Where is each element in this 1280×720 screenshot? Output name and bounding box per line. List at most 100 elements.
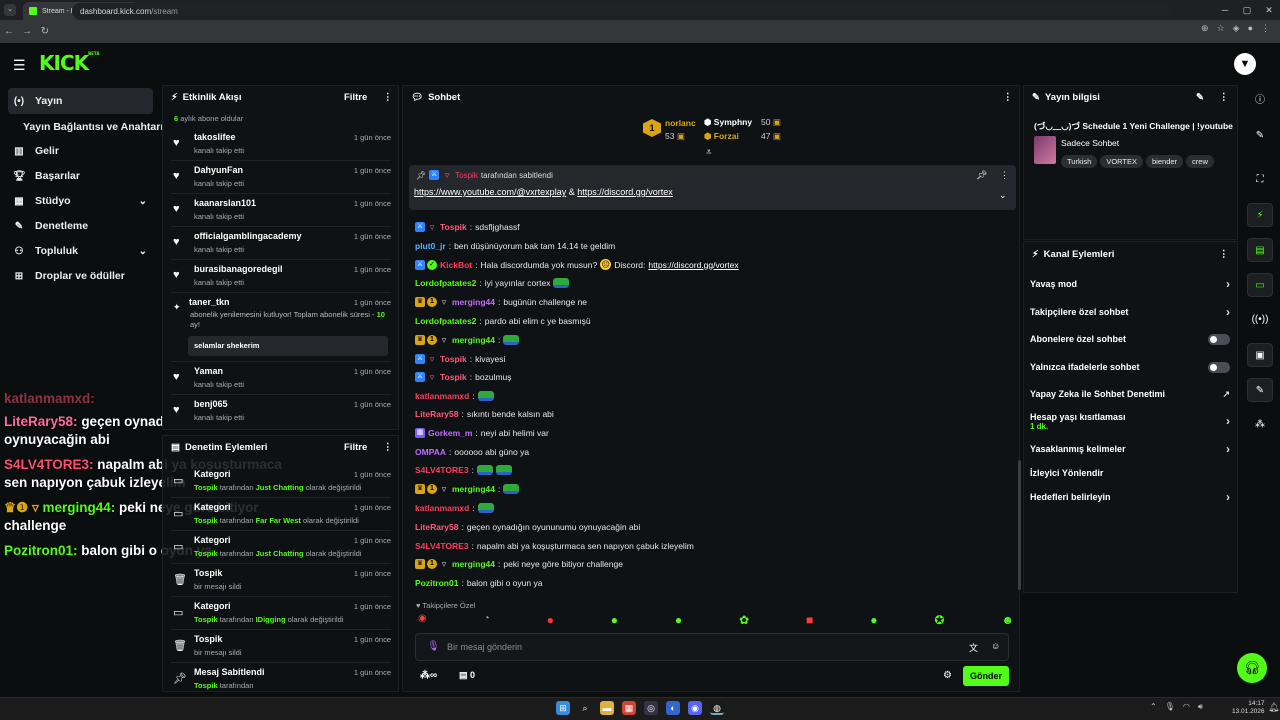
bolt-icon[interactable]: ⚡︎ [1247,203,1273,227]
broadcast-icon[interactable]: ((•)) [1247,308,1273,332]
chat-link[interactable]: https://discord.gg/vortex [648,260,738,270]
info-icon[interactable]: ⓘ [1247,89,1273,113]
moderation-item[interactable]: ▭ Kategori 1 gün önce Tospik tarafından Far… [171,499,391,531]
sidebar-item-topluluk[interactable]: ⚇ Topluluk ⌄ [8,238,153,264]
notification-icon[interactable]: 🔔︎ [1268,702,1279,713]
chat-username[interactable]: merging44 [452,335,495,345]
moderation-item[interactable]: 📌︎ Mesaj Sabitlendi 1 gün önce Tospik taraf… [171,664,391,696]
edit-icon[interactable]: ✎ [1247,124,1273,148]
discord-link[interactable]: https://discord.gg/vortex [577,187,673,197]
wrench-icon[interactable]: ✎ [1247,378,1273,402]
moderation-item[interactable]: ▭ Kategori 1 gün önce Tospik tarafından Jus… [171,466,391,498]
chat-username[interactable]: Lordofpatates2 [415,278,476,288]
chat-message[interactable]: LiteRary58: sıkıntı bende kalsın abi [415,409,554,419]
kick-logo[interactable]: KICKBETA [39,51,99,75]
sidebar-item-basarilar[interactable]: 🏆︎ Başarılar [8,163,153,189]
chat-input[interactable]: 🎙︎ Bir mesaj gönderin 文 ☺ [415,633,1009,661]
chat-username[interactable]: merging44 [452,297,495,307]
chat-username[interactable]: Tospik [440,372,467,382]
emote-icon[interactable]: ● [675,613,682,629]
category-thumbnail[interactable] [1034,136,1056,164]
activity-filter-button[interactable]: Filtre [344,92,367,103]
chat-username[interactable]: LiteRary58 [415,522,458,532]
chevron-up-icon[interactable]: ⌃ [1150,702,1157,712]
slow-mode-row[interactable]: Yavaş mod › [1030,277,1230,291]
settings-gear-icon[interactable]: ⚙ [943,670,952,681]
chat-message[interactable]: S4LV4TORE3: napalm abi ya koşuşturmaca se… [415,541,694,551]
chat-username[interactable]: Tospik [440,354,467,364]
list-item[interactable]: ♥ burasibanagoredegil kanalı takip etti 1 g… [171,261,391,293]
chat-username[interactable]: katlanmamxd [415,391,469,401]
chat-username[interactable]: OMPAA [415,447,446,457]
goals-row[interactable]: Hedefleri belirleyin › [1030,490,1230,504]
chat-message[interactable]: OMPAA: oooooo abi güno ya [415,447,529,457]
banned-words-row[interactable]: Yasaklanmış kelimeler › [1030,442,1230,456]
clock[interactable]: 14:17 13.01.2026 [1232,700,1265,716]
app-icon[interactable]: ◐ [666,701,680,715]
support-icon[interactable]: 🎧︎ [1237,653,1267,683]
kebab-menu-icon[interactable]: ⋮ [1219,92,1229,103]
forward-icon[interactable]: → [18,26,36,37]
moderation-filter-button[interactable]: Filtre [344,442,367,453]
moderation-item[interactable]: ▭ Kategori 1 gün önce Tospik tarafından IDi… [171,598,391,630]
chat-bubble-icon[interactable]: ▭ [1247,273,1273,297]
chat-message[interactable]: LiteRary58: geçen oynadığın oyununumu oyn… [415,522,640,532]
pinned-by[interactable]: Tospik [455,171,478,180]
emote-icon[interactable]: ☻ [1001,613,1014,629]
chat-message[interactable]: ⚔ ▿ Tospik: sdsfljghassf [415,222,520,232]
chat-message[interactable]: plut0_jr: ben düşünüyorum bak tam 14.14 t… [415,241,615,251]
leader-name[interactable]: norlanc [665,118,696,128]
list-item[interactable]: ♥ takoslifee kanalı takip etti 1 gün önce [171,129,391,161]
emote-icon[interactable]: ✿ [739,613,749,629]
followers-only-row[interactable]: Takipçilere özel sohbet › [1030,305,1230,319]
emotes-only-toggle[interactable] [1208,362,1230,373]
channel-points-button[interactable]: ⁂∞ [420,670,437,681]
back-icon[interactable]: ← [0,26,18,37]
sidebar-item-yayin[interactable]: (•) Yayın [8,88,153,114]
chat-message[interactable]: ⚔ ✓ KickBot: Hala discordumda yok musun? ☹ Di… [415,259,739,270]
chat-message[interactable]: Lordofpatates2: iyi yayınlar cortex [415,278,570,288]
minimize-icon[interactable]: ─ [1214,0,1236,20]
emote-icon[interactable]: ● [870,613,877,629]
chat-message[interactable]: katlanmamxd: [415,391,494,401]
list-item[interactable]: ♥ Yaman kanalı takip etti 1 gün önce [171,363,391,395]
zoom-icon[interactable]: ⊕ [1201,23,1209,34]
sidebar-item-denetleme[interactable]: ✎ Denetleme [8,213,153,239]
ai-moderation-row[interactable]: Yapay Zeka ile Sohbet Denetimi ↗ [1030,389,1230,400]
chat-username[interactable]: Tospik [440,222,467,232]
chat-username[interactable]: plut0_jr [415,241,446,251]
fullscreen-icon[interactable]: ⛶ [1247,168,1273,192]
chat-username[interactable]: Pozitron01 [415,578,458,588]
chat-message[interactable]: ⚔ ▿ Tospik: kivayesi [415,354,505,364]
search-icon[interactable]: ⌕ [578,701,592,715]
emote-icon[interactable]: ◔ [484,613,490,629]
chevron-down-icon[interactable]: ⌄ [999,190,1007,201]
close-window-icon[interactable]: ✕ [1258,0,1280,20]
tag[interactable]: Turkish [1061,155,1098,168]
windows-start-icon[interactable]: ⊞ [556,701,570,715]
menu-icon[interactable]: ☰ [13,57,26,74]
leader-entry[interactable]: ⬢ Forzai [704,131,739,142]
file-explorer-icon[interactable]: ▬ [600,701,614,715]
youtube-link[interactable]: https://www.youtube.com/@vxrtexplay [414,187,566,197]
emote-icon[interactable]: ■ [806,613,813,629]
emote-icon[interactable]: ✪ [934,613,944,629]
kebab-menu-icon[interactable]: ⋮ [1000,170,1009,181]
chat-message[interactable]: ♛ 1 ▿ merging44: bugünün challenge ne [415,297,587,307]
moderation-item[interactable]: 🗑︎ Tospik 1 gün önce bir mesajı sildi [171,565,391,597]
chat-message[interactable]: ♛ 1 ▿ merging44: peki neye göre bitiyor chal… [415,559,623,569]
chat-username[interactable]: katlanmamxd [415,503,469,513]
chat-message[interactable]: katlanmamxd: [415,503,494,513]
wifi-icon[interactable]: ◠ [1183,702,1190,712]
list-item[interactable]: ♥ officialgamblingacademy kanalı takip ett… [171,228,391,260]
edit-icon[interactable]: ✎ [1196,92,1204,103]
chat-message[interactable]: Lordofpatates2: pardo abi elim c ye basmı… [415,316,591,326]
sidebar-item-gelir[interactable]: ▥ Gelir [8,138,153,164]
dots-icon[interactable]: ⁂ [1247,413,1273,437]
tab-search-icon[interactable]: ⌄ [4,4,16,16]
leader-entry[interactable]: ⬢ Symphny [704,117,752,128]
maximize-icon[interactable]: ▢ [1236,0,1258,20]
mic-icon[interactable]: 🎙︎ [427,641,440,652]
chat-username[interactable]: merging44 [452,559,495,569]
list-item[interactable]: ♥ kaanarslan101 kanalı takip etti 1 gün önc… [171,195,391,227]
